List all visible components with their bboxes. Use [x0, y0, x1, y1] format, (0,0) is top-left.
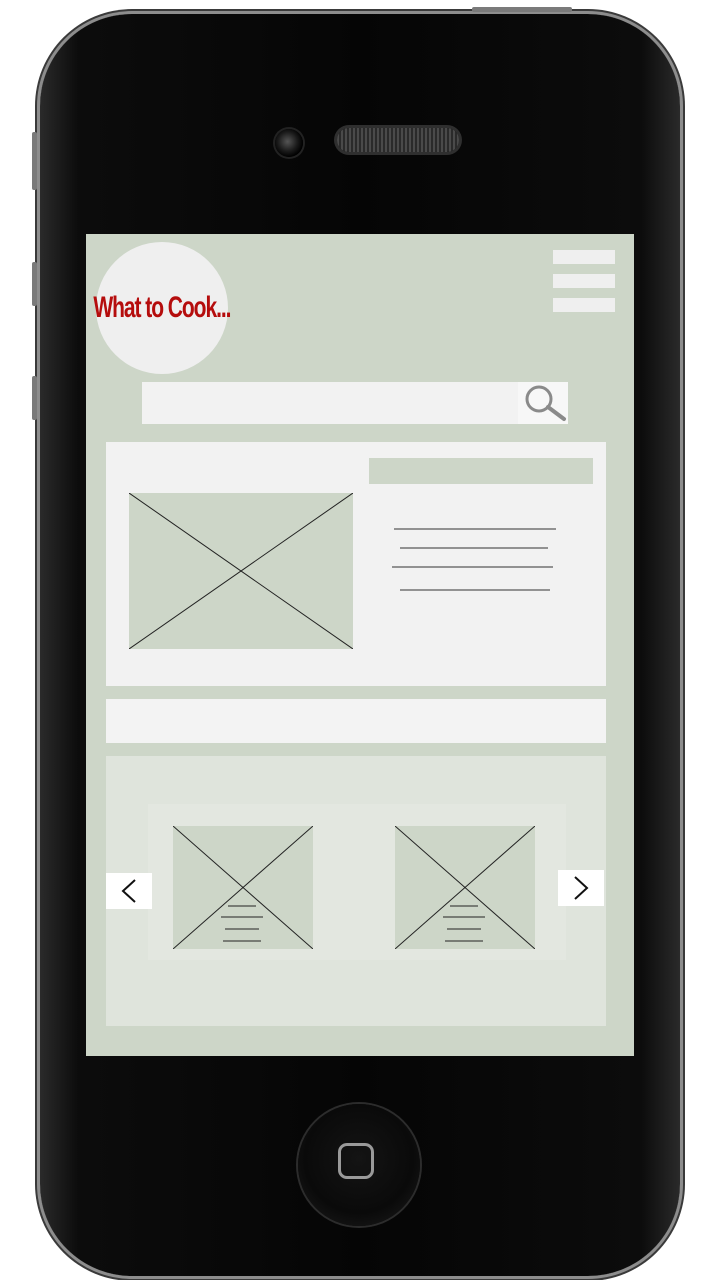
- mute-switch: [32, 132, 37, 190]
- text-lines-placeholder: [392, 528, 556, 591]
- carousel-next-button[interactable]: [558, 870, 604, 906]
- front-camera: [275, 129, 303, 157]
- menu-bar: [553, 274, 615, 288]
- search-input[interactable]: [142, 382, 518, 424]
- menu-bar: [553, 250, 615, 264]
- app-screen: What to Cook...: [86, 234, 634, 1056]
- home-button[interactable]: [298, 1104, 420, 1226]
- hamburger-menu-icon[interactable]: [553, 248, 615, 312]
- carousel-item[interactable]: [173, 826, 313, 949]
- image-placeholder-icon: [129, 493, 353, 649]
- section-header-bar: [106, 699, 606, 743]
- volume-down-button: [32, 376, 37, 420]
- power-button: [472, 7, 572, 12]
- home-square-icon: [338, 1143, 374, 1179]
- chevron-right-icon: [574, 876, 589, 900]
- image-placeholder-icon: [395, 826, 535, 949]
- featured-recipe-card[interactable]: [106, 442, 606, 686]
- recipe-carousel: [106, 756, 606, 1026]
- image-placeholder-icon: [173, 826, 313, 949]
- carousel-prev-button[interactable]: [106, 873, 152, 909]
- card-title-placeholder: [369, 458, 593, 484]
- carousel-item[interactable]: [395, 826, 535, 949]
- magnifier-icon: [525, 385, 566, 421]
- chevron-left-icon: [121, 879, 136, 903]
- carousel-track: [148, 804, 566, 960]
- volume-up-button: [32, 262, 37, 306]
- logo-text: What to Cook...: [93, 291, 231, 324]
- app-logo[interactable]: What to Cook...: [93, 242, 232, 374]
- search-button[interactable]: [518, 382, 568, 424]
- earpiece-speaker: [337, 128, 459, 152]
- menu-bar: [553, 298, 615, 312]
